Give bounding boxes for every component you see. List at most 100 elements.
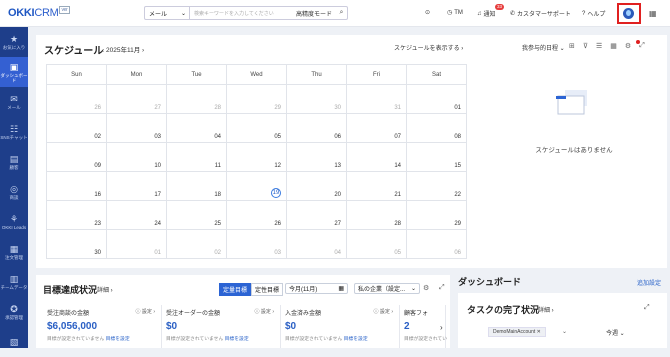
goal-setting-link[interactable]: ⓘ 設定 › bbox=[136, 308, 155, 315]
calendar-day[interactable]: 28 bbox=[166, 84, 227, 114]
calendar-day[interactable]: 11 bbox=[166, 142, 227, 172]
calendar-day[interactable]: 10 bbox=[106, 142, 167, 172]
calendar-day[interactable]: 17 bbox=[106, 171, 167, 201]
goal-card[interactable]: 入金済み金額 $0 目標が設定されていません 目標を設定 ⓘ 設定 › bbox=[281, 305, 400, 348]
sidebar-item-1[interactable]: ★ お気に入り bbox=[0, 27, 28, 57]
goal-card[interactable]: 受注オーダーの金額 $0 目標が設定されていません 目標を設定 ⓘ 設定 › bbox=[162, 305, 281, 348]
goal-setting-link[interactable]: ⓘ 設定 › bbox=[255, 308, 274, 315]
filter-icon[interactable]: ⊽ bbox=[583, 42, 588, 50]
app-grid-icon[interactable]: ▦ bbox=[649, 9, 658, 18]
calendar-day[interactable]: 05 bbox=[346, 229, 407, 259]
star-icon: ★ bbox=[9, 34, 19, 44]
calendar-day[interactable]: 01 bbox=[106, 229, 167, 259]
add-setting-link[interactable]: 追加設定 bbox=[637, 278, 661, 287]
expand-icon[interactable]: ⤢ bbox=[639, 42, 645, 50]
calendar-day[interactable]: 08 bbox=[406, 113, 467, 143]
calendar-day[interactable]: 18 bbox=[166, 171, 227, 201]
calendar-day[interactable]: 29 bbox=[226, 84, 287, 114]
calendar-day[interactable]: 20 bbox=[286, 171, 347, 201]
add-schedule-icon[interactable]: ⊞ bbox=[569, 42, 575, 50]
task-expand-icon[interactable]: ⤢ bbox=[644, 304, 650, 312]
goal-setting-link[interactable]: ⓘ 設定 › bbox=[374, 308, 393, 315]
calendar-day[interactable]: 04 bbox=[166, 113, 227, 143]
list-view-icon[interactable]: ☰ bbox=[596, 42, 602, 50]
next-month-icon[interactable]: › bbox=[140, 47, 144, 54]
calendar-day[interactable]: 22 bbox=[406, 171, 467, 201]
calendar-day[interactable]: 27 bbox=[106, 84, 167, 114]
calendar-day[interactable]: 15 bbox=[406, 142, 467, 172]
search-input[interactable]: 検索キーワードを入力してください bbox=[190, 10, 296, 17]
calendar-day[interactable]: 03 bbox=[226, 229, 287, 259]
notifications-button[interactable]: ♫ 通知 bbox=[477, 9, 496, 19]
sidebar-item-3[interactable]: ✉ メール bbox=[0, 87, 28, 117]
sidebar-item-9[interactable]: ▥ チームデータ bbox=[0, 267, 28, 297]
calendar-day[interactable]: 13 bbox=[286, 142, 347, 172]
search-icon[interactable]: ⌕ bbox=[336, 9, 347, 17]
tm-button[interactable]: ◷ TM bbox=[447, 9, 463, 17]
advanced-mode-toggle[interactable]: 高精度モード bbox=[296, 9, 336, 18]
calendar-view-icon[interactable]: ▦ bbox=[610, 42, 617, 50]
goal-detail-link[interactable]: 詳細 › bbox=[97, 285, 113, 294]
calendar-day[interactable]: 14 bbox=[346, 142, 407, 172]
schedule-view-select[interactable]: 我参与的日程 ⌄ bbox=[522, 43, 565, 52]
sidebar-item-10[interactable]: ✪ 承認管理 bbox=[0, 297, 28, 327]
calendar-day[interactable]: 12 bbox=[226, 142, 287, 172]
week-select[interactable]: 今週 ⌄ bbox=[606, 328, 625, 337]
customer-support-button[interactable]: ✆ カスタマーサポート bbox=[510, 9, 571, 18]
task-detail-link[interactable]: 詳細 › bbox=[538, 305, 554, 314]
calendar-day[interactable]: 03 bbox=[106, 113, 167, 143]
calendar-day[interactable]: 27 bbox=[286, 200, 347, 230]
calendar-day[interactable]: 23 bbox=[46, 200, 107, 230]
search-type-select[interactable]: メール ⌄ bbox=[145, 7, 190, 19]
calendar-day[interactable]: 06 bbox=[406, 229, 467, 259]
period-select[interactable]: 今月(11月) ▦ bbox=[285, 283, 348, 294]
calendar-day[interactable]: 06 bbox=[286, 113, 347, 143]
sidebar-item-11[interactable]: ▧ bbox=[0, 327, 28, 357]
user-avatar[interactable] bbox=[623, 8, 634, 19]
calendar-day[interactable]: 26 bbox=[226, 200, 287, 230]
show-schedule-link[interactable]: スケジュールを表示する › bbox=[394, 43, 463, 52]
next-cards-icon[interactable]: › bbox=[440, 323, 443, 332]
calendar-day[interactable]: 01 bbox=[406, 84, 467, 114]
help-button[interactable]: ? ヘルプ bbox=[582, 9, 605, 19]
calendar-day[interactable]: 09 bbox=[46, 142, 107, 172]
calendar-day[interactable]: 02 bbox=[46, 113, 107, 143]
sidebar-item-2[interactable]: ▣ ダッシュボード bbox=[0, 57, 28, 87]
calendar-day[interactable]: 21 bbox=[346, 171, 407, 201]
set-goal-link[interactable]: 目標を設定 bbox=[225, 337, 249, 342]
goal-settings-icon[interactable]: ⚙ bbox=[423, 284, 429, 292]
okki-crm-logo[interactable]: OKKICRM ver bbox=[8, 6, 70, 19]
calendar-day[interactable]: 28 bbox=[346, 200, 407, 230]
calendar-day[interactable]: 02 bbox=[166, 229, 227, 259]
set-goal-link[interactable]: 目標を設定 bbox=[344, 337, 368, 342]
calendar-day[interactable]: 07 bbox=[346, 113, 407, 143]
calendar-day[interactable]: 30 bbox=[46, 229, 107, 259]
sidebar-item-5[interactable]: ▤ 顧客 bbox=[0, 147, 28, 177]
quantitative-goal-tab[interactable]: 定量目標 bbox=[219, 283, 252, 296]
history-icon[interactable]: ⊙ bbox=[425, 9, 430, 16]
calendar-day[interactable]: 29 bbox=[406, 200, 467, 230]
calendar-day[interactable]: 30 bbox=[286, 84, 347, 114]
goal-card[interactable]: 受注商談の金額 $6,056,000 目標が設定されていません 目標を設定 ⓘ 設定 … bbox=[43, 305, 162, 348]
calendar-day[interactable]: 19 bbox=[226, 171, 287, 201]
account-filter-tag[interactable]: DemoMainAccount ✕ bbox=[488, 327, 546, 337]
calendar-day[interactable]: 16 bbox=[46, 171, 107, 201]
calendar-day[interactable]: 25 bbox=[166, 200, 227, 230]
sidebar-item-4[interactable]: ☷ SNSチャット bbox=[0, 117, 28, 147]
set-goal-link[interactable]: 目標を設定 bbox=[106, 337, 130, 342]
month-switcher[interactable]: ‹ 2025年11月 › bbox=[102, 44, 144, 54]
close-icon[interactable]: ✕ bbox=[537, 329, 541, 335]
calendar-day[interactable]: 31 bbox=[346, 84, 407, 114]
goal-expand-icon[interactable]: ⤢ bbox=[439, 284, 445, 292]
sidebar-item-8[interactable]: ▦ 注文管理 bbox=[0, 237, 28, 267]
sidebar-item-6[interactable]: ◎ 商談 bbox=[0, 177, 28, 207]
calendar-day[interactable]: 04 bbox=[286, 229, 347, 259]
qualitative-goal-tab[interactable]: 定性目標 bbox=[251, 283, 284, 296]
calendar-day[interactable]: 24 bbox=[106, 200, 167, 230]
sidebar-item-7[interactable]: ⚘ OKKI Leads bbox=[0, 207, 28, 237]
chevron-down-icon[interactable]: ⌄ bbox=[562, 328, 567, 335]
calendar-day[interactable]: 05 bbox=[226, 113, 287, 143]
company-select[interactable]: 私の企業（設定... ⌄ bbox=[354, 283, 420, 294]
settings-icon[interactable]: ⚙ bbox=[625, 42, 631, 50]
calendar-day[interactable]: 26 bbox=[46, 84, 107, 114]
